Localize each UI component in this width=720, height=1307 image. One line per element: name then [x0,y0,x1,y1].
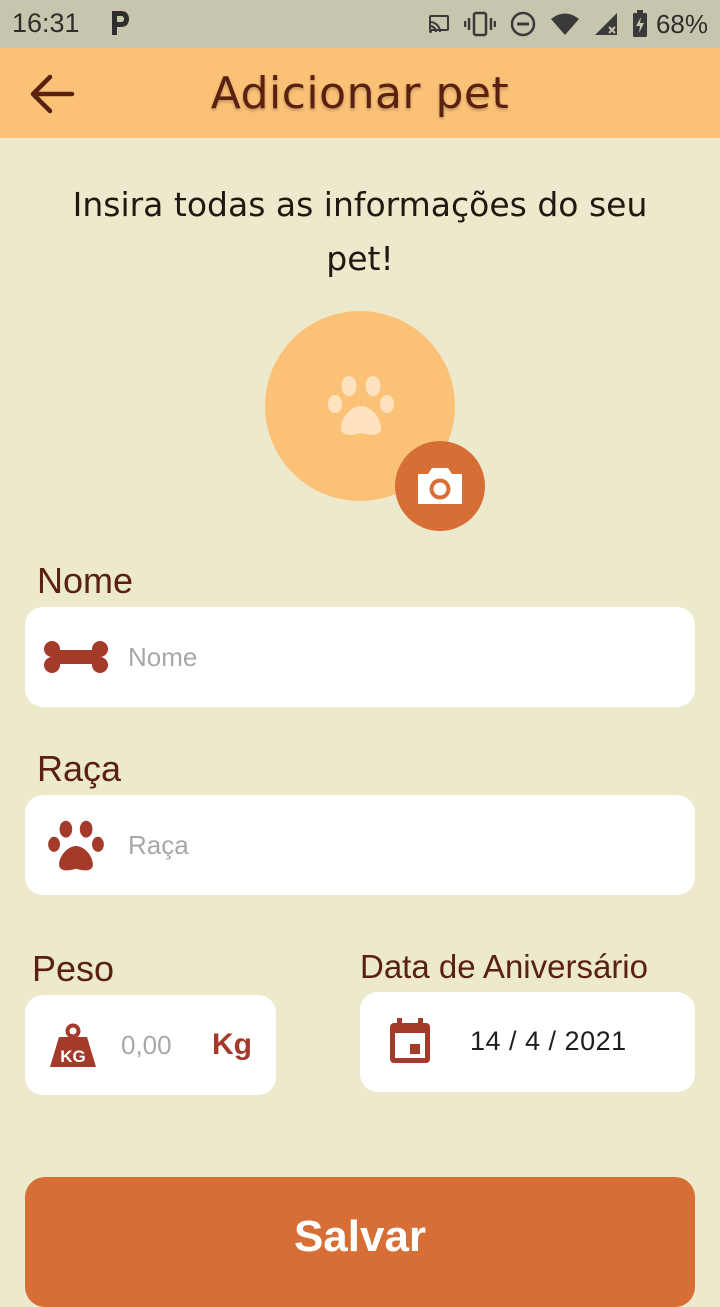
weight-unit: Kg [212,1028,252,1061]
name-input[interactable] [128,639,668,675]
signal-icon [594,13,617,35]
status-icons: 68% [428,6,708,42]
svg-text:KG: KG [60,1047,86,1066]
save-button[interactable]: Salvar [25,1177,695,1307]
parking-icon [112,11,129,35]
save-button-label: Salvar [293,1212,427,1261]
intro-text: Insira todas as informações do seu pet! [72,185,648,278]
breed-input[interactable] [128,827,668,863]
camera-icon [418,468,462,504]
vibrate-icon [463,11,496,37]
weight-kg-icon: KG [50,1023,96,1067]
weight-field[interactable]: KG Kg [25,995,276,1095]
weight-label: Peso [32,948,115,989]
cast-icon [428,15,449,33]
weight-input[interactable] [121,1027,195,1063]
paw-icon [48,820,104,871]
page-title: Adicionar pet [210,68,510,119]
status-time: 16:31 [12,8,80,38]
status-bar: 16:31 68% [0,0,720,48]
calendar-icon [390,1018,430,1063]
name-label: Nome [37,560,134,601]
name-field[interactable] [25,607,695,707]
bone-icon [44,641,108,673]
do-not-disturb-icon [510,11,536,37]
battery-charging-icon [632,10,647,37]
app-bar: Adicionar pet [0,48,720,138]
birthday-label: Data de Aniversário [360,948,648,985]
wifi-icon [550,13,579,35]
paw-icon [328,376,394,435]
birthday-value: 14 / 4 / 2021 [470,1026,627,1056]
camera-button[interactable] [395,441,485,531]
birthday-field[interactable]: 14 / 4 / 2021 [360,992,695,1092]
breed-label: Raça [37,748,122,789]
battery-percentage: 68% [655,8,708,39]
breed-field[interactable] [25,795,695,895]
